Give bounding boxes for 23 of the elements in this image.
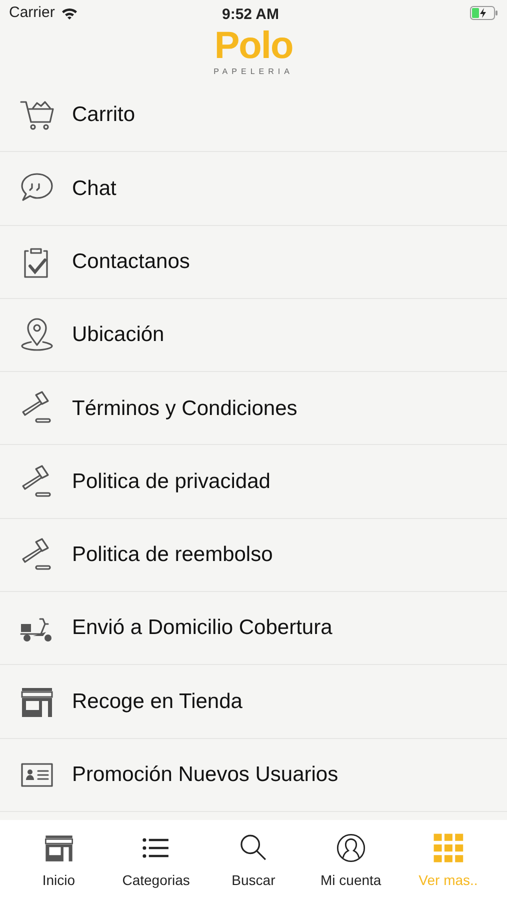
menu-item[interactable]: Recoge en Tienda (0, 665, 507, 739)
tab[interactable]: Categorias (108, 832, 204, 900)
menu-item[interactable]: Chat (0, 152, 507, 226)
battery-icon (470, 6, 498, 20)
tab[interactable]: Buscar (206, 832, 301, 900)
location-pin-icon (19, 317, 55, 354)
menu-item[interactable]: Politica de privacidad (0, 445, 507, 519)
wifi-icon (60, 6, 78, 20)
tab[interactable]: Inicio (11, 832, 106, 900)
menu-item[interactable]: Carrito (0, 79, 507, 152)
menu-item[interactable]: Contactanos (0, 226, 507, 299)
tab[interactable]: Mi cuenta (303, 832, 398, 900)
menu-item[interactable]: Politica de reembolso (0, 518, 507, 592)
grid-icon (432, 832, 464, 864)
carrier-text: Carrier (9, 2, 55, 23)
user-icon (334, 832, 367, 864)
menu-item[interactable]: Promoción Nuevos Usuarios (0, 738, 507, 812)
menu-item[interactable]: Términos y Condiciones (0, 372, 507, 446)
menu-item[interactable]: Ubicación (0, 298, 507, 372)
menu-item[interactable]: Envió a Domicilio Cobertura (0, 592, 507, 666)
tagline-text: PAPELERIA (214, 66, 294, 78)
clock-text: 9:52 AM (222, 5, 279, 25)
logo-text: Polo (214, 26, 293, 66)
